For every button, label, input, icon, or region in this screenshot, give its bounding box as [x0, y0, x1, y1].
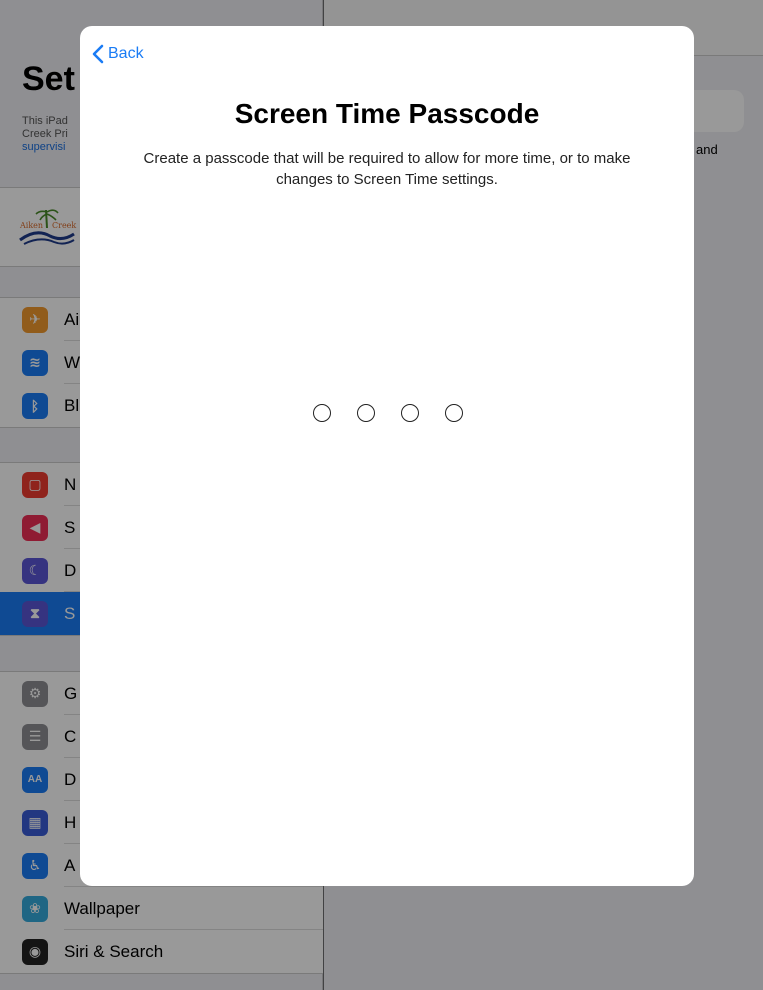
chevron-left-icon — [92, 44, 104, 64]
sheet-description: Create a passcode that will be required … — [143, 150, 631, 188]
passcode-dot — [445, 404, 463, 422]
back-button[interactable]: Back — [92, 42, 144, 66]
back-button-label: Back — [108, 45, 144, 62]
passcode-entry-dots[interactable] — [313, 404, 463, 424]
passcode-dot — [401, 404, 419, 422]
passcode-dot — [357, 404, 375, 422]
passcode-dot — [313, 404, 331, 422]
screen-time-passcode-sheet: Back Screen Time Passcode Create a passc… — [80, 26, 694, 886]
sheet-title: Screen Time Passcode — [234, 98, 540, 129]
